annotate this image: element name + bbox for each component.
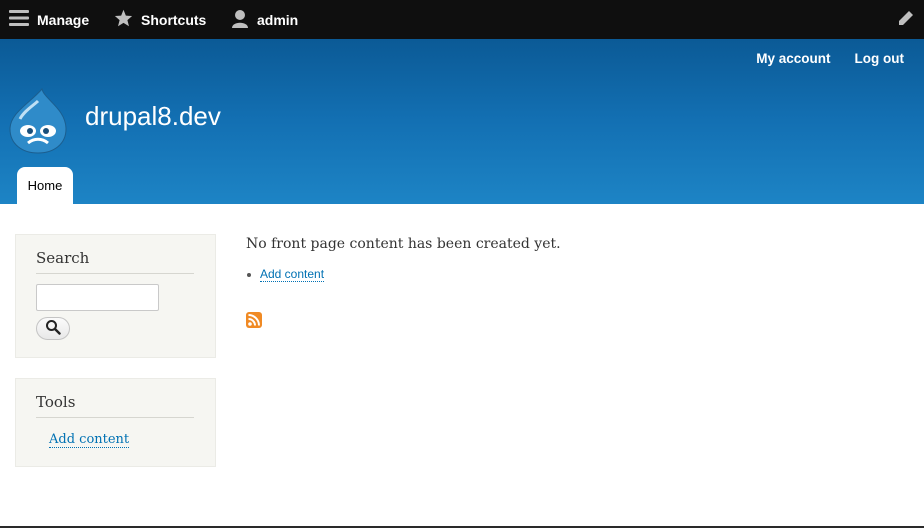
rss-feed-icon[interactable] bbox=[246, 312, 262, 328]
tools-add-content-link[interactable]: Add content bbox=[49, 432, 130, 448]
my-account-link[interactable]: My account bbox=[756, 51, 830, 66]
search-block: Search bbox=[15, 234, 216, 358]
toolbar-shortcuts-button[interactable]: Shortcuts bbox=[114, 0, 206, 39]
toolbar-user-label: admin bbox=[257, 11, 299, 28]
hamburger-icon bbox=[9, 9, 29, 30]
search-button[interactable] bbox=[36, 317, 70, 340]
drupal-logo[interactable] bbox=[8, 87, 68, 155]
toolbar-manage-button[interactable]: Manage bbox=[9, 0, 89, 39]
tools-block: Tools Add content bbox=[15, 378, 216, 467]
tools-block-title: Tools bbox=[36, 393, 194, 418]
secondary-menu: My account Log out bbox=[756, 51, 904, 66]
main-add-content-link[interactable]: Add content bbox=[260, 267, 325, 282]
pencil-icon bbox=[898, 10, 914, 29]
toolbar-user-button[interactable]: admin bbox=[231, 0, 298, 39]
toolbar-manage-label: Manage bbox=[37, 11, 90, 28]
user-icon bbox=[231, 9, 249, 31]
site-name[interactable]: drupal8.dev bbox=[85, 101, 221, 132]
site-header: My account Log out drupal8.dev Home bbox=[0, 39, 924, 204]
main-link-list: Add content bbox=[247, 267, 325, 282]
tab-home[interactable]: Home bbox=[17, 167, 73, 204]
search-input[interactable] bbox=[36, 284, 159, 311]
star-icon bbox=[114, 9, 133, 30]
admin-toolbar: Manage Shortcuts admin bbox=[0, 0, 924, 39]
front-page-message: No front page content has been created y… bbox=[246, 236, 561, 252]
list-bullet bbox=[247, 272, 251, 277]
log-out-link[interactable]: Log out bbox=[855, 51, 904, 66]
search-block-title: Search bbox=[36, 249, 194, 274]
toolbar-edit-button[interactable] bbox=[896, 0, 916, 39]
toolbar-shortcuts-label: Shortcuts bbox=[141, 11, 207, 28]
magnifier-icon bbox=[45, 319, 61, 339]
